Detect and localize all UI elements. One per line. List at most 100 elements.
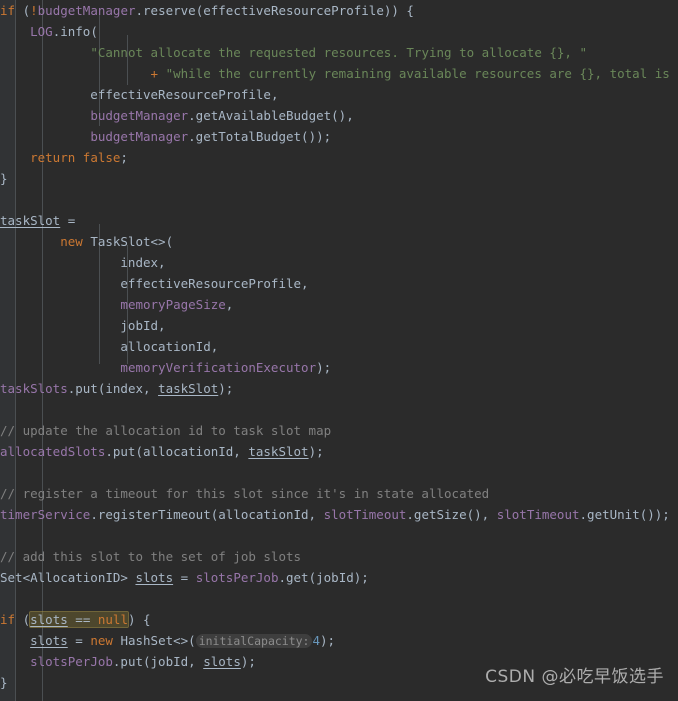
code-token: taskSlot <box>0 213 61 228</box>
code-token: if <box>0 612 16 627</box>
code-token: taskSlot <box>248 444 309 459</box>
line-ctor-memory-verification-executor[interactable]: memoryVerificationExecutor); <box>0 357 678 378</box>
code-token: // register a timeout for this slot sinc… <box>0 486 490 501</box>
code-token: .info( <box>52 24 98 39</box>
code-token: ( <box>15 612 31 627</box>
code-token: = <box>67 633 91 648</box>
code-token: taskSlot <box>158 381 219 396</box>
line-ctor-allocationid[interactable]: allocationId, <box>0 336 678 357</box>
code-token: .reserve(effectiveResourceProfile)) { <box>135 3 414 18</box>
line-ctor-jobid[interactable]: jobId, <box>0 315 678 336</box>
code-token: new <box>60 234 91 249</box>
line-ctor-effective-resource-profile[interactable]: effectiveResourceProfile, <box>0 273 678 294</box>
line-return-false[interactable]: return false; <box>0 147 678 168</box>
code-token: HashSet<>( <box>120 633 196 648</box>
code-token: ) { <box>127 612 151 627</box>
code-token: ); <box>218 381 234 396</box>
line-set-slots-assign[interactable]: Set<AllocationID> slots = slotsPerJob.ge… <box>0 567 678 588</box>
code-token: slotTimeout <box>496 507 580 522</box>
code-token: .getUnit()); <box>579 507 670 522</box>
code-token: Set<AllocationID> <box>0 570 136 585</box>
code-token: .getSize(), <box>406 507 497 522</box>
line-log-info[interactable]: LOG.info( <box>0 21 678 42</box>
code-token: slots <box>30 633 68 648</box>
code-token: .getAvailableBudget(), <box>188 108 354 123</box>
code-token: effectiveResourceProfile, <box>0 276 309 291</box>
code-token: "Cannot allocate the requested resources… <box>90 45 588 60</box>
code-token: effectiveResourceProfile <box>0 87 271 102</box>
line-comment-update-allocation[interactable]: // update the allocation id to task slot… <box>0 420 678 441</box>
code-token: TaskSlot<>( <box>90 234 174 249</box>
line-if-slots-null[interactable]: if (slots == null) { <box>0 609 678 630</box>
code-token: if <box>0 3 16 18</box>
code-token: budgetManager <box>37 3 136 18</box>
code-token: ! <box>30 3 38 18</box>
code-token: memoryPageSize <box>120 297 226 312</box>
code-token: ); <box>240 654 256 669</box>
line-blank-2[interactable] <box>0 399 678 420</box>
code-token: taskSlots <box>0 381 68 396</box>
code-token: = <box>60 213 76 228</box>
code-token: budgetManager <box>90 108 189 123</box>
code-token: .get(jobId); <box>278 570 369 585</box>
code-token: slots <box>203 654 241 669</box>
code-token: .registerTimeout(allocationId, <box>90 507 324 522</box>
line-string-while-remaining[interactable]: + "while the currently remaining availab… <box>0 63 678 84</box>
line-close-brace-2[interactable]: } <box>0 672 678 693</box>
code-token: } <box>0 171 8 186</box>
line-if-budget-reserve[interactable]: if (!budgetManager.reserve(effectiveReso… <box>0 0 678 21</box>
code-token: slots <box>30 612 68 627</box>
code-token: .put(allocationId, <box>105 444 249 459</box>
code-token: 4 <box>312 633 321 648</box>
code-token: .put(jobId, <box>112 654 204 669</box>
line-arg-get-total-budget[interactable]: budgetManager.getTotalBudget()); <box>0 126 678 147</box>
line-comment-add-slot[interactable]: // add this slot to the set of job slots <box>0 546 678 567</box>
code-token: , <box>225 297 234 312</box>
line-slotsperjob-put[interactable]: slotsPerJob.put(jobId, slots); <box>0 651 678 672</box>
line-blank-3[interactable] <box>0 462 678 483</box>
code-content[interactable]: if (!budgetManager.reserve(effectiveReso… <box>0 0 678 701</box>
line-ctor-index[interactable]: index, <box>0 252 678 273</box>
code-token: ); <box>320 633 336 648</box>
code-token: slotTimeout <box>323 507 407 522</box>
line-close-brace-1[interactable]: } <box>0 168 678 189</box>
code-editor[interactable]: if (!budgetManager.reserve(effectiveReso… <box>0 0 678 701</box>
code-token: new <box>90 633 121 648</box>
line-timerservice-register-timeout[interactable]: timerService.registerTimeout(allocationI… <box>0 504 678 525</box>
code-token: LOG <box>30 24 53 39</box>
code-token: // update the allocation id to task slot… <box>0 423 332 438</box>
code-token: null <box>97 612 128 627</box>
line-taskslots-put[interactable]: taskSlots.put(index, taskSlot); <box>0 378 678 399</box>
code-token: jobId <box>0 318 159 333</box>
code-token: allocationId, <box>0 339 219 354</box>
line-arg-get-available-budget[interactable]: budgetManager.getAvailableBudget(), <box>0 105 678 126</box>
line-comment-register-timeout[interactable]: // register a timeout for this slot sinc… <box>0 483 678 504</box>
code-token: slotsPerJob <box>30 654 113 669</box>
line-blank-1[interactable] <box>0 189 678 210</box>
code-token: , <box>270 87 279 102</box>
code-token: slots <box>135 570 174 585</box>
line-blank-4[interactable] <box>0 525 678 546</box>
line-taskslot-assign[interactable]: taskSlot = <box>0 210 678 231</box>
line-arg-effective-resource-profile[interactable]: effectiveResourceProfile, <box>0 84 678 105</box>
line-slots-new-hashset[interactable]: slots = new HashSet<>(initialCapacity: 4)… <box>0 630 678 651</box>
code-token: budgetManager <box>90 129 189 144</box>
code-token: , <box>158 318 166 333</box>
line-ctor-memory-page-size[interactable]: memoryPageSize, <box>0 294 678 315</box>
code-token: .put(index, <box>67 381 159 396</box>
line-string-cannot-allocate[interactable]: "Cannot allocate the requested resources… <box>0 42 678 63</box>
code-token: .getTotalBudget()); <box>188 129 332 144</box>
line-blank-5[interactable] <box>0 588 678 609</box>
code-token: , <box>158 255 166 270</box>
code-token: ); <box>308 444 324 459</box>
line-allocatedslots-put[interactable]: allocatedSlots.put(allocationId, taskSlo… <box>0 441 678 462</box>
line-new-taskslot[interactable]: new TaskSlot<>( <box>0 231 678 252</box>
